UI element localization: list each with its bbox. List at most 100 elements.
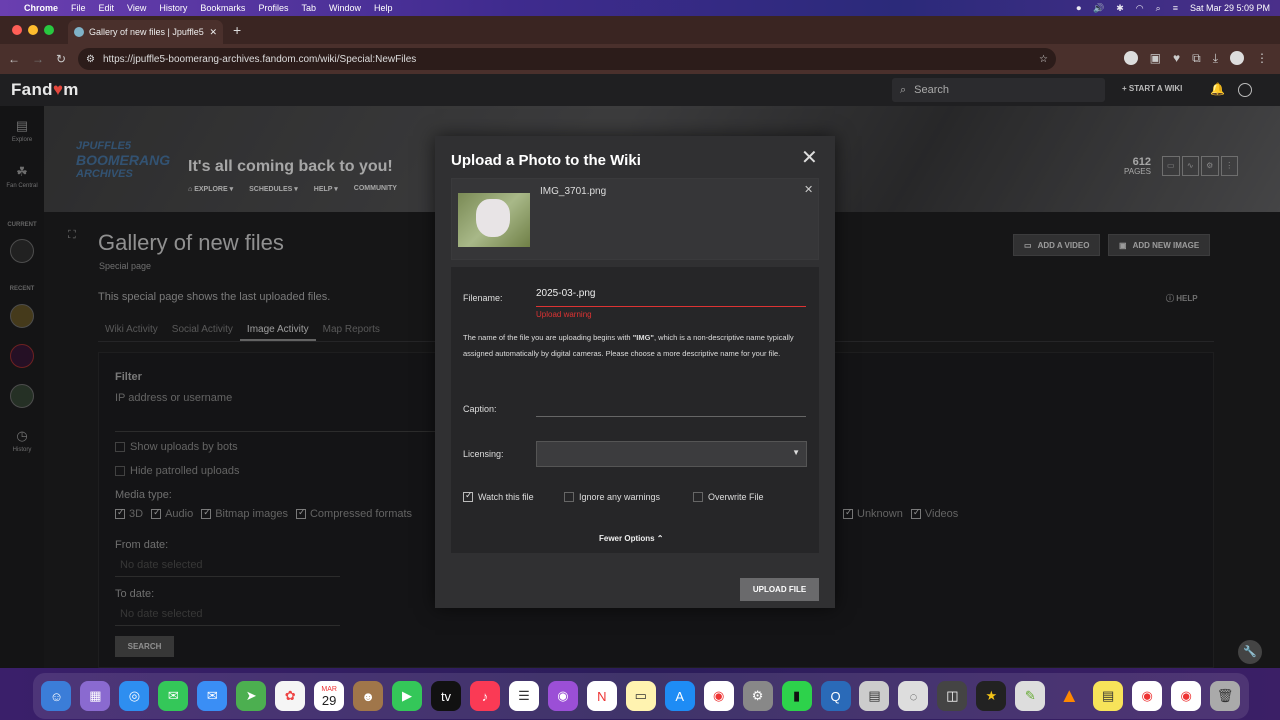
control-center-icon[interactable]: ≡ bbox=[1173, 3, 1178, 13]
app-store-icon[interactable]: A bbox=[664, 681, 695, 711]
menu-history[interactable]: History bbox=[159, 3, 187, 13]
menu-view[interactable]: View bbox=[127, 3, 146, 13]
chrome-icon[interactable]: ◉ bbox=[703, 681, 734, 711]
safari-icon[interactable]: ◎ bbox=[119, 681, 150, 711]
vlc-icon[interactable]: ▲ bbox=[1054, 681, 1084, 711]
fandom-favicon-icon bbox=[74, 27, 84, 37]
filename-input[interactable]: 2025-03-.png bbox=[536, 288, 806, 307]
window-controls bbox=[12, 25, 54, 35]
filename-warning-message: The name of the file you are uploading b… bbox=[463, 330, 808, 362]
calendar-day: 29 bbox=[321, 692, 337, 708]
minimize-window-button[interactable] bbox=[28, 25, 38, 35]
notifications-bell-icon[interactable]: 🔔 bbox=[1210, 82, 1225, 96]
screenshot-extension-icon[interactable]: ▣ bbox=[1150, 51, 1161, 66]
address-bar[interactable]: ⚙ https://jpuffle5-boomerang-archives.fa… bbox=[78, 48, 1056, 70]
trash-icon[interactable]: 🗑 bbox=[1210, 681, 1241, 711]
contacts-icon[interactable]: ☻ bbox=[353, 681, 384, 711]
news-icon[interactable]: N bbox=[586, 681, 617, 711]
wifi-icon[interactable]: ◠ bbox=[1136, 3, 1144, 14]
heart-icon: ♥ bbox=[52, 80, 64, 99]
facetime-icon[interactable]: ▶ bbox=[392, 681, 423, 711]
close-window-button[interactable] bbox=[12, 25, 22, 35]
reminders-icon[interactable]: ☰ bbox=[508, 681, 539, 711]
volume-icon[interactable]: 🔊 bbox=[1093, 3, 1104, 14]
menu-bookmarks[interactable]: Bookmarks bbox=[200, 3, 245, 13]
download-icon[interactable]: ⤓ bbox=[1213, 51, 1218, 66]
heart-extension-icon[interactable]: ♥ bbox=[1173, 51, 1180, 66]
start-a-wiki-link[interactable]: + START A WIKI bbox=[1122, 84, 1182, 93]
photos-icon[interactable]: ✿ bbox=[275, 681, 306, 711]
calendar-icon[interactable]: MAR 29 bbox=[314, 681, 345, 711]
back-icon[interactable]: ← bbox=[8, 52, 20, 66]
user-avatar[interactable] bbox=[1238, 83, 1252, 97]
fandom-global-header: Fand♥m ⌕ Search + START A WIKI 🔔 bbox=[0, 74, 1280, 106]
imovie-icon[interactable]: ★ bbox=[976, 681, 1007, 711]
checkbox-box bbox=[693, 492, 703, 502]
overwrite-file-checkbox[interactable]: Overwrite File bbox=[693, 492, 764, 502]
chrome-profile-icon[interactable]: ◉ bbox=[1132, 681, 1163, 711]
quicktime-icon[interactable]: Q bbox=[820, 681, 851, 711]
stickies-icon[interactable]: ▤ bbox=[1093, 681, 1124, 711]
new-tab-button[interactable]: + bbox=[233, 22, 241, 38]
menu-file[interactable]: File bbox=[71, 3, 86, 13]
notes-icon[interactable]: ▭ bbox=[625, 681, 656, 711]
bookmark-star-icon[interactable]: ☆ bbox=[1039, 54, 1048, 65]
apple-tv-icon[interactable]: tv bbox=[431, 681, 461, 711]
messages-icon[interactable]: ✉ bbox=[158, 681, 189, 711]
warning-text-part-1: The name of the file you are uploading b… bbox=[463, 333, 633, 342]
upload-warning-text: Upload warning bbox=[536, 310, 592, 319]
spotlight-search-icon[interactable]: ⌕ bbox=[1156, 3, 1161, 14]
extensions-area: ▣ ♥ ⧉ ⤓ ⋮ bbox=[1123, 51, 1268, 66]
upload-file-button[interactable]: UPLOAD FILE bbox=[740, 578, 819, 601]
menu-window[interactable]: Window bbox=[329, 3, 361, 13]
finder-icon[interactable]: ☺ bbox=[41, 681, 72, 711]
launchpad-icon[interactable]: ▦ bbox=[80, 681, 111, 711]
global-search-input[interactable]: ⌕ Search bbox=[892, 78, 1105, 102]
browser-tab-strip: Gallery of new files | Jpuffle5 ✕ + bbox=[0, 16, 1280, 44]
checkbox-box bbox=[463, 490, 473, 502]
caption-input[interactable] bbox=[536, 396, 806, 417]
upload-form: Filename: 2025-03-.png Upload warning Th… bbox=[435, 136, 835, 608]
menu-help[interactable]: Help bbox=[374, 3, 393, 13]
browser-tab[interactable]: Gallery of new files | Jpuffle5 ✕ bbox=[68, 20, 223, 44]
checkbox-box bbox=[564, 492, 574, 502]
licensing-select[interactable]: ▼ bbox=[536, 441, 807, 467]
record-icon[interactable]: ⏺ bbox=[1077, 3, 1082, 14]
forward-icon[interactable]: → bbox=[32, 52, 44, 66]
menu-tab[interactable]: Tab bbox=[301, 3, 316, 13]
extension-icon[interactable] bbox=[1123, 51, 1138, 65]
fewer-options-toggle[interactable]: Fewer Options ⌃ bbox=[599, 534, 664, 543]
close-tab-icon[interactable]: ✕ bbox=[209, 27, 217, 38]
zoom-window-button[interactable] bbox=[44, 25, 54, 35]
system-settings-icon[interactable]: ⚙ bbox=[742, 681, 773, 711]
watch-file-checkbox[interactable]: Watch this file bbox=[463, 490, 534, 502]
dvd-player-icon[interactable]: ◌ bbox=[898, 681, 929, 711]
search-placeholder: Search bbox=[914, 84, 950, 96]
maps-icon[interactable]: ➤ bbox=[236, 681, 267, 711]
url-text[interactable]: https://jpuffle5-boomerang-archives.fand… bbox=[103, 54, 416, 65]
fandom-logo[interactable]: Fand♥m bbox=[11, 80, 79, 100]
chrome-app-icon[interactable]: ◉ bbox=[1171, 681, 1202, 711]
screenshot-icon[interactable]: ◫ bbox=[937, 681, 968, 711]
menubar-clock[interactable]: Sat Mar 29 5:09 PM bbox=[1190, 3, 1270, 13]
bluetooth-icon[interactable]: ✱ bbox=[1116, 3, 1124, 14]
menu-profiles[interactable]: Profiles bbox=[258, 3, 288, 13]
puzzle-extensions-icon[interactable]: ⧉ bbox=[1192, 51, 1201, 66]
battery-app-icon[interactable]: ▮ bbox=[781, 681, 812, 711]
mail-icon[interactable]: ✉ bbox=[197, 681, 228, 711]
site-info-icon[interactable]: ⚙ bbox=[86, 54, 95, 65]
watch-file-label: Watch this file bbox=[478, 492, 534, 502]
preview-icon[interactable]: ▤ bbox=[859, 681, 890, 711]
chrome-menu-icon[interactable]: ⋮ bbox=[1256, 51, 1268, 66]
music-icon[interactable]: ♪ bbox=[469, 681, 500, 711]
reload-icon[interactable]: ↻ bbox=[56, 52, 66, 66]
chevron-down-icon: ▼ bbox=[792, 448, 800, 457]
profile-avatar[interactable] bbox=[1230, 51, 1244, 65]
menu-app-chrome[interactable]: Chrome bbox=[24, 3, 58, 13]
podcasts-icon[interactable]: ◉ bbox=[547, 681, 578, 711]
menu-edit[interactable]: Edit bbox=[99, 3, 115, 13]
ignore-warnings-checkbox[interactable]: Ignore any warnings bbox=[564, 492, 660, 502]
wrench-tools-icon[interactable]: 🔧 bbox=[1238, 640, 1262, 664]
licensing-label: Licensing: bbox=[463, 449, 504, 459]
dvd-burner-icon[interactable]: ✎ bbox=[1015, 681, 1046, 711]
